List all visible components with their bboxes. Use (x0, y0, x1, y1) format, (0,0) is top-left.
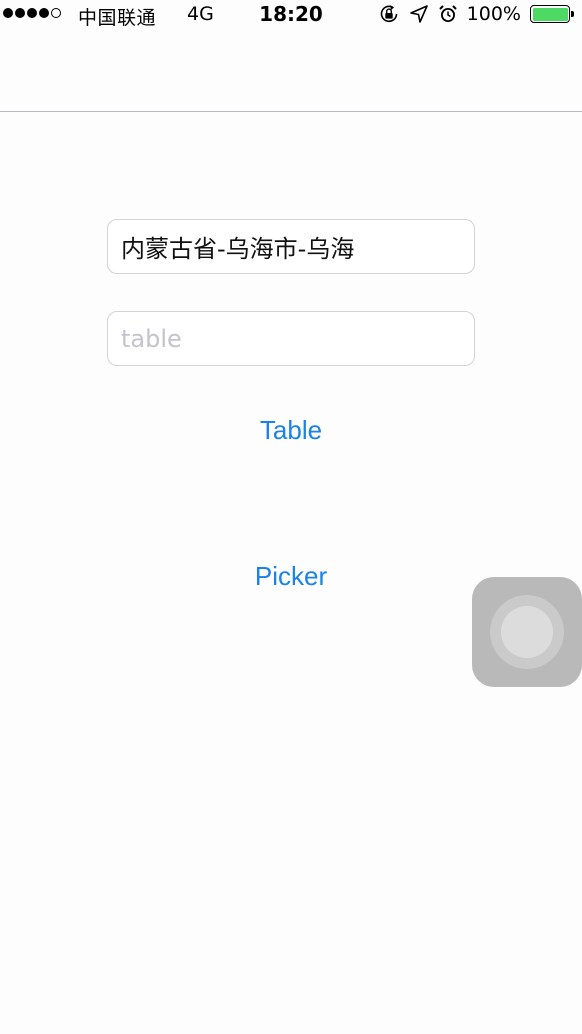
location-arrow-icon (409, 4, 429, 24)
status-bar: 中国联通 4G 18:20 100% (0, 0, 582, 29)
assistive-touch-button[interactable] (472, 577, 582, 687)
navigation-bar (0, 28, 582, 112)
status-right-group: 100% (378, 2, 574, 26)
rotation-lock-icon (378, 3, 400, 25)
location-field[interactable] (107, 219, 475, 274)
battery-icon (530, 5, 574, 23)
battery-tip (571, 10, 574, 17)
table-button[interactable]: Table (0, 415, 582, 446)
battery-level (532, 7, 568, 21)
alarm-icon (438, 4, 458, 24)
battery-percentage: 100% (466, 3, 521, 25)
assistive-touch-center (501, 606, 553, 658)
table-field[interactable] (107, 311, 475, 366)
